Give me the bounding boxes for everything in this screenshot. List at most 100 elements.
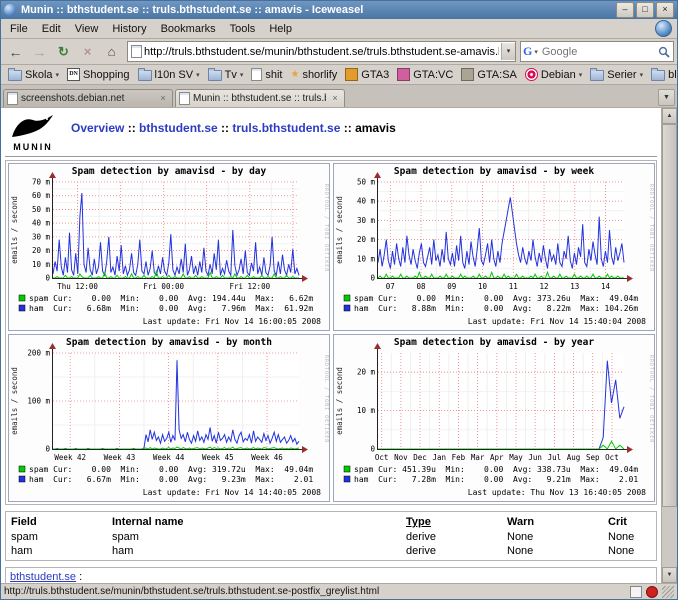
svg-text:Spam detection by amavisd - by: Spam detection by amavisd - by week <box>394 166 594 177</box>
svg-text:Thu 12:00: Thu 12:00 <box>57 282 98 291</box>
breadcrumb-item-truls-bthstudent-se[interactable]: truls.bthstudent.se <box>232 121 340 135</box>
menu-edit[interactable]: Edit <box>35 21 68 37</box>
bookmark-item[interactable]: blogg▾ <box>647 67 677 82</box>
munin-graph[interactable]: Spam detection by amavisd - by week email… <box>333 163 655 331</box>
scrollbar-thumb[interactable] <box>662 124 677 507</box>
munin-graph[interactable]: Spam detection by amavisd - by year email… <box>333 334 655 502</box>
svg-text:50 m: 50 m <box>32 205 51 214</box>
home-button[interactable]: ⌂ <box>100 41 123 62</box>
svg-text:Nov: Nov <box>394 453 408 462</box>
minimize-button[interactable]: – <box>616 2 634 18</box>
maximize-button[interactable]: □ <box>636 2 654 18</box>
bookmark-label: Tv <box>224 68 237 81</box>
svg-text:emails / second: emails / second <box>335 367 344 435</box>
column-header-type[interactable]: Type <box>403 514 504 530</box>
munin-logo-text: MUNIN <box>13 142 53 152</box>
svg-text:spam Cur: 0.00 Min: 0.0: spam Cur: 0.00 Min: 0.00 Avg: 194.44u Ma… <box>29 294 313 303</box>
bookmark-item[interactable]: DN Shopping <box>63 67 134 82</box>
close-button[interactable]: × <box>656 2 674 18</box>
bookmark-item[interactable]: shit <box>247 67 286 82</box>
search-input[interactable] <box>539 44 655 59</box>
url-bar[interactable]: ▾ <box>127 41 516 62</box>
reload-button[interactable]: ↻ <box>52 41 75 62</box>
munin-graph[interactable]: Spam detection by amavisd - by day emails… <box>8 163 330 331</box>
breadcrumb-separator: :: <box>217 121 233 135</box>
forward-button[interactable]: → <box>28 41 51 62</box>
table-cell: None <box>507 545 534 557</box>
bookmarks-items: Skola ▾ DN Shopping l10n SV ▾ Tv ▾ shit ★ shorlify… <box>4 67 677 82</box>
adblock-icon[interactable] <box>646 585 658 598</box>
bookmarks-toolbar: Skola ▾ DN Shopping l10n SV ▾ Tv ▾ shit ★ shorlify… <box>1 65 677 85</box>
bookmark-item[interactable]: Skola ▾ <box>4 67 63 82</box>
table-row: spam spam derive None None <box>8 530 654 544</box>
bookmark-item[interactable]: Serier ▾ <box>586 67 647 82</box>
scroll-up-arrow[interactable]: ▲ <box>662 108 677 124</box>
svg-text:11: 11 <box>509 282 518 291</box>
search-box[interactable]: G ▾ <box>520 41 674 62</box>
table-cell: ham <box>112 545 134 557</box>
menu-tools[interactable]: Tools <box>223 21 263 37</box>
tab-title: screenshots.debian.net <box>21 93 125 104</box>
table-cell: None <box>507 531 534 543</box>
menu-history[interactable]: History <box>105 21 153 37</box>
svg-text:40 m: 40 m <box>32 219 51 228</box>
search-engine-chevron[interactable]: ▾ <box>534 48 538 56</box>
list-all-tabs-button[interactable]: ▼ <box>658 88 675 106</box>
status-link-text: http://truls.bthstudent.se/munin/bthstud… <box>4 586 380 597</box>
bookmark-label: GTA:SA <box>477 68 517 81</box>
tab-active[interactable]: Munin :: bthstudent.se :: truls.bthstud.… <box>175 89 345 107</box>
fields-table: Field Internal name Type Warn Crit spam spam d… <box>8 514 654 558</box>
svg-text:Spam detection by amavisd - by: Spam detection by amavisd - by month <box>66 337 272 348</box>
bookmark-item[interactable]: GTA3 <box>341 67 393 82</box>
navigation-toolbar: ← → ↻ × ⌂ ▾ G ▾ <box>1 39 677 65</box>
breadcrumb-item-overview[interactable]: Overview <box>71 121 124 135</box>
chevron-down-icon: ▾ <box>239 71 244 79</box>
svg-text:09: 09 <box>447 282 456 291</box>
close-icon[interactable]: × <box>157 93 169 105</box>
bookmark-item[interactable]: GTA:SA <box>457 67 521 82</box>
svg-text:20 m: 20 m <box>357 235 376 244</box>
menu-bookmarks[interactable]: Bookmarks <box>154 21 223 37</box>
status-bar: http://truls.bthstudent.se/munin/bthstud… <box>1 583 677 599</box>
url-dropdown-chevron[interactable]: ▾ <box>501 43 515 60</box>
bookmark-label: Debian <box>540 68 576 81</box>
bookmark-item[interactable]: GTA:VC <box>393 67 457 82</box>
munin-graph[interactable]: Spam detection by amavisd - by month emai… <box>8 334 330 502</box>
stop-button[interactable]: × <box>76 41 99 62</box>
scrollbar-track[interactable] <box>662 124 677 567</box>
group-link-suffix: : <box>76 571 83 583</box>
bookmark-item[interactable]: ★ shorlify <box>286 68 341 82</box>
column-header-crit: Crit <box>608 516 627 528</box>
browser-content: MUNIN Overview :: bthstudent.se :: truls… <box>1 108 677 583</box>
bookmark-item[interactable]: Tv ▾ <box>204 67 248 82</box>
svg-text:20 m: 20 m <box>357 368 376 377</box>
svg-text:Spam detection by amavisd - by: Spam detection by amavisd - by year <box>394 337 594 348</box>
url-input[interactable] <box>142 45 501 58</box>
menu-view[interactable]: View <box>68 21 106 37</box>
graphs-section: Spam detection by amavisd - by day emails… <box>5 160 657 505</box>
breadcrumb-item-amavis: amavis <box>355 121 396 135</box>
menu-file[interactable]: File <box>3 21 35 37</box>
close-icon[interactable]: × <box>329 93 341 105</box>
bookmark-item[interactable]: l10n SV ▾ <box>134 67 204 82</box>
svg-text:emails / second: emails / second <box>335 196 344 264</box>
svg-text:RRDTOOL / TOBI OETIKER: RRDTOOL / TOBI OETIKER <box>648 184 654 272</box>
svg-text:ham Cur: 6.68m Min: 0.0: ham Cur: 6.68m Min: 0.00 Avg: 7.96m Max:… <box>29 304 313 313</box>
svg-text:0: 0 <box>370 274 375 283</box>
svg-text:0: 0 <box>45 274 50 283</box>
back-button[interactable]: ← <box>4 41 27 62</box>
breadcrumb-item-bthstudent-se[interactable]: bthstudent.se <box>139 121 218 135</box>
group-link-bthstudent[interactable]: bthstudent.se <box>10 571 76 583</box>
tab-inactive[interactable]: screenshots.debian.net × <box>3 89 173 107</box>
titlebar[interactable]: Munin :: bthstudent.se :: truls.bthstude… <box>1 1 677 19</box>
scroll-down-arrow[interactable]: ▼ <box>662 567 677 583</box>
search-icon[interactable] <box>657 45 671 59</box>
page-info-icon[interactable] <box>630 585 642 598</box>
bookmark-item[interactable]: Debian ▾ <box>521 67 586 82</box>
menu-bar: File Edit View History Bookmarks Tools H… <box>1 19 677 39</box>
svg-text:ham Cur: 7.28m Min: 0.0: ham Cur: 7.28m Min: 0.00 Avg: 9.21m Max:… <box>354 475 638 484</box>
vertical-scrollbar[interactable]: ▲ ▼ <box>661 108 677 583</box>
menu-help[interactable]: Help <box>262 21 299 37</box>
resize-grip-icon[interactable] <box>662 585 674 598</box>
star-icon: ★ <box>290 69 300 80</box>
